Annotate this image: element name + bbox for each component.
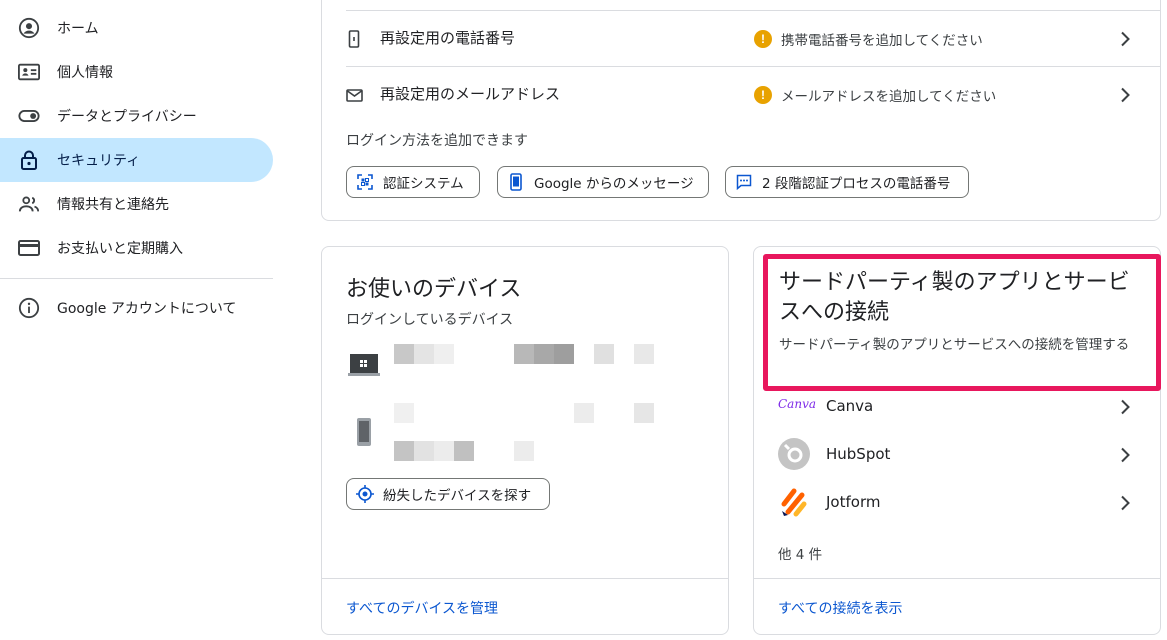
warning-icon: ! bbox=[754, 86, 772, 104]
signin-methods-card: 再設定用の電話番号 ! 携帯電話番号を追加してください 再設定用のメールアドレス… bbox=[321, 0, 1161, 221]
recovery-email-status: メールアドレスを追加してください bbox=[781, 89, 997, 105]
recovery-email-row[interactable]: 再設定用のメールアドレス ! メールアドレスを追加してください bbox=[322, 67, 1160, 122]
app-name: Jotform bbox=[826, 493, 881, 511]
canva-logo: Canva bbox=[778, 397, 816, 411]
chip-label: Google からのメッセージ bbox=[534, 176, 694, 192]
app-row-canva[interactable]: Canva Canva bbox=[754, 387, 1160, 427]
authenticator-chip[interactable]: 認証システム bbox=[346, 166, 480, 198]
add-methods-text: ログイン方法を追加できます bbox=[346, 133, 528, 149]
chip-label: 紛失したデバイスを探す bbox=[383, 488, 532, 504]
chevron-right-icon bbox=[1115, 29, 1135, 49]
card-footer-divider bbox=[754, 578, 1160, 579]
phone-icon bbox=[506, 172, 526, 192]
nav-item-personal-info[interactable]: 個人情報 bbox=[0, 50, 273, 94]
toggle-icon bbox=[18, 105, 40, 127]
id-card-icon bbox=[18, 61, 40, 83]
sms-icon bbox=[734, 172, 754, 192]
devices-card: お使いのデバイス ログインしているデバイス 紛失したデバイスを探す すべてのデバ… bbox=[321, 246, 729, 635]
third-party-description: サードパーティ製のアプリとサービスへの接続を管理する bbox=[779, 337, 1130, 353]
app-row-hubspot[interactable]: HubSpot bbox=[754, 435, 1160, 475]
device-row[interactable] bbox=[322, 337, 728, 393]
lock-icon bbox=[18, 149, 40, 171]
recovery-phone-label: 再設定用の電話番号 bbox=[380, 29, 516, 47]
account-circle-icon bbox=[18, 17, 40, 39]
device-row[interactable] bbox=[322, 397, 728, 467]
phone-icon bbox=[348, 30, 360, 52]
nav-label: データとプライバシー bbox=[57, 109, 197, 125]
chevron-right-icon bbox=[1115, 85, 1135, 105]
view-all-connections-link[interactable]: すべての接続を表示 bbox=[778, 598, 902, 618]
app-row-jotform[interactable]: Jotform bbox=[754, 483, 1160, 523]
nav-label: 情報共有と連絡先 bbox=[57, 197, 169, 213]
nav-item-payments[interactable]: お支払いと定期購入 bbox=[0, 226, 273, 270]
devices-subtitle: ログインしているデバイス bbox=[346, 312, 514, 328]
warning-icon: ! bbox=[754, 30, 772, 48]
app-name: Canva bbox=[826, 397, 874, 415]
manage-devices-link[interactable]: すべてのデバイスを管理 bbox=[346, 598, 498, 618]
sidebar-divider bbox=[0, 278, 273, 279]
sidebar: ホーム 個人情報 データとプライバシー セキュリティ 情報共有と連絡先 お支払い… bbox=[0, 0, 273, 640]
app-name: HubSpot bbox=[826, 445, 891, 463]
nav-label: セキュリティ bbox=[57, 153, 141, 169]
chip-label: 2 段階認証プロセスの電話番号 bbox=[762, 176, 951, 192]
recovery-email-label: 再設定用のメールアドレス bbox=[380, 85, 561, 103]
nav-item-data-privacy[interactable]: データとプライバシー bbox=[0, 94, 273, 138]
qr-scan-icon bbox=[355, 172, 375, 192]
credit-card-icon bbox=[18, 237, 40, 259]
third-party-card: サードパーティ製のアプリとサービスへの接続 サードパーティ製のアプリとサービスへ… bbox=[753, 246, 1161, 635]
nav-item-sharing[interactable]: 情報共有と連絡先 bbox=[0, 182, 273, 226]
recovery-phone-status: 携帯電話番号を追加してください bbox=[781, 33, 983, 49]
find-device-button[interactable]: 紛失したデバイスを探す bbox=[346, 478, 550, 510]
chevron-right-icon bbox=[1115, 397, 1135, 417]
info-icon bbox=[18, 297, 40, 319]
hubspot-logo-icon bbox=[778, 438, 810, 474]
chip-label: 認証システム bbox=[383, 176, 464, 192]
chevron-right-icon bbox=[1115, 493, 1135, 513]
nav-item-security[interactable]: セキュリティ bbox=[0, 138, 273, 182]
smartphone-icon bbox=[356, 417, 372, 451]
nav-item-about[interactable]: Google アカウントについて bbox=[0, 286, 273, 330]
nav-label: Google アカウントについて bbox=[57, 301, 237, 317]
locate-icon bbox=[355, 484, 375, 504]
third-party-title: サードパーティ製のアプリとサービスへの接続 bbox=[779, 270, 1130, 325]
nav-label: お支払いと定期購入 bbox=[57, 241, 183, 257]
nav-label: 個人情報 bbox=[57, 65, 113, 81]
jotform-logo-icon bbox=[780, 488, 808, 522]
more-apps-text: 他 4 件 bbox=[778, 547, 823, 563]
mail-icon bbox=[346, 87, 363, 106]
recovery-phone-row[interactable]: 再設定用の電話番号 ! 携帯電話番号を追加してください bbox=[322, 11, 1160, 66]
devices-title: お使いのデバイス bbox=[346, 277, 522, 302]
card-footer-divider bbox=[322, 578, 728, 579]
laptop-icon bbox=[348, 353, 380, 381]
two-step-phone-chip[interactable]: 2 段階認証プロセスの電話番号 bbox=[725, 166, 969, 198]
chevron-right-icon bbox=[1115, 445, 1135, 465]
nav-item-home[interactable]: ホーム bbox=[0, 6, 273, 50]
nav-label: ホーム bbox=[57, 21, 99, 37]
people-icon bbox=[18, 193, 40, 215]
google-prompt-chip[interactable]: Google からのメッセージ bbox=[497, 166, 709, 198]
